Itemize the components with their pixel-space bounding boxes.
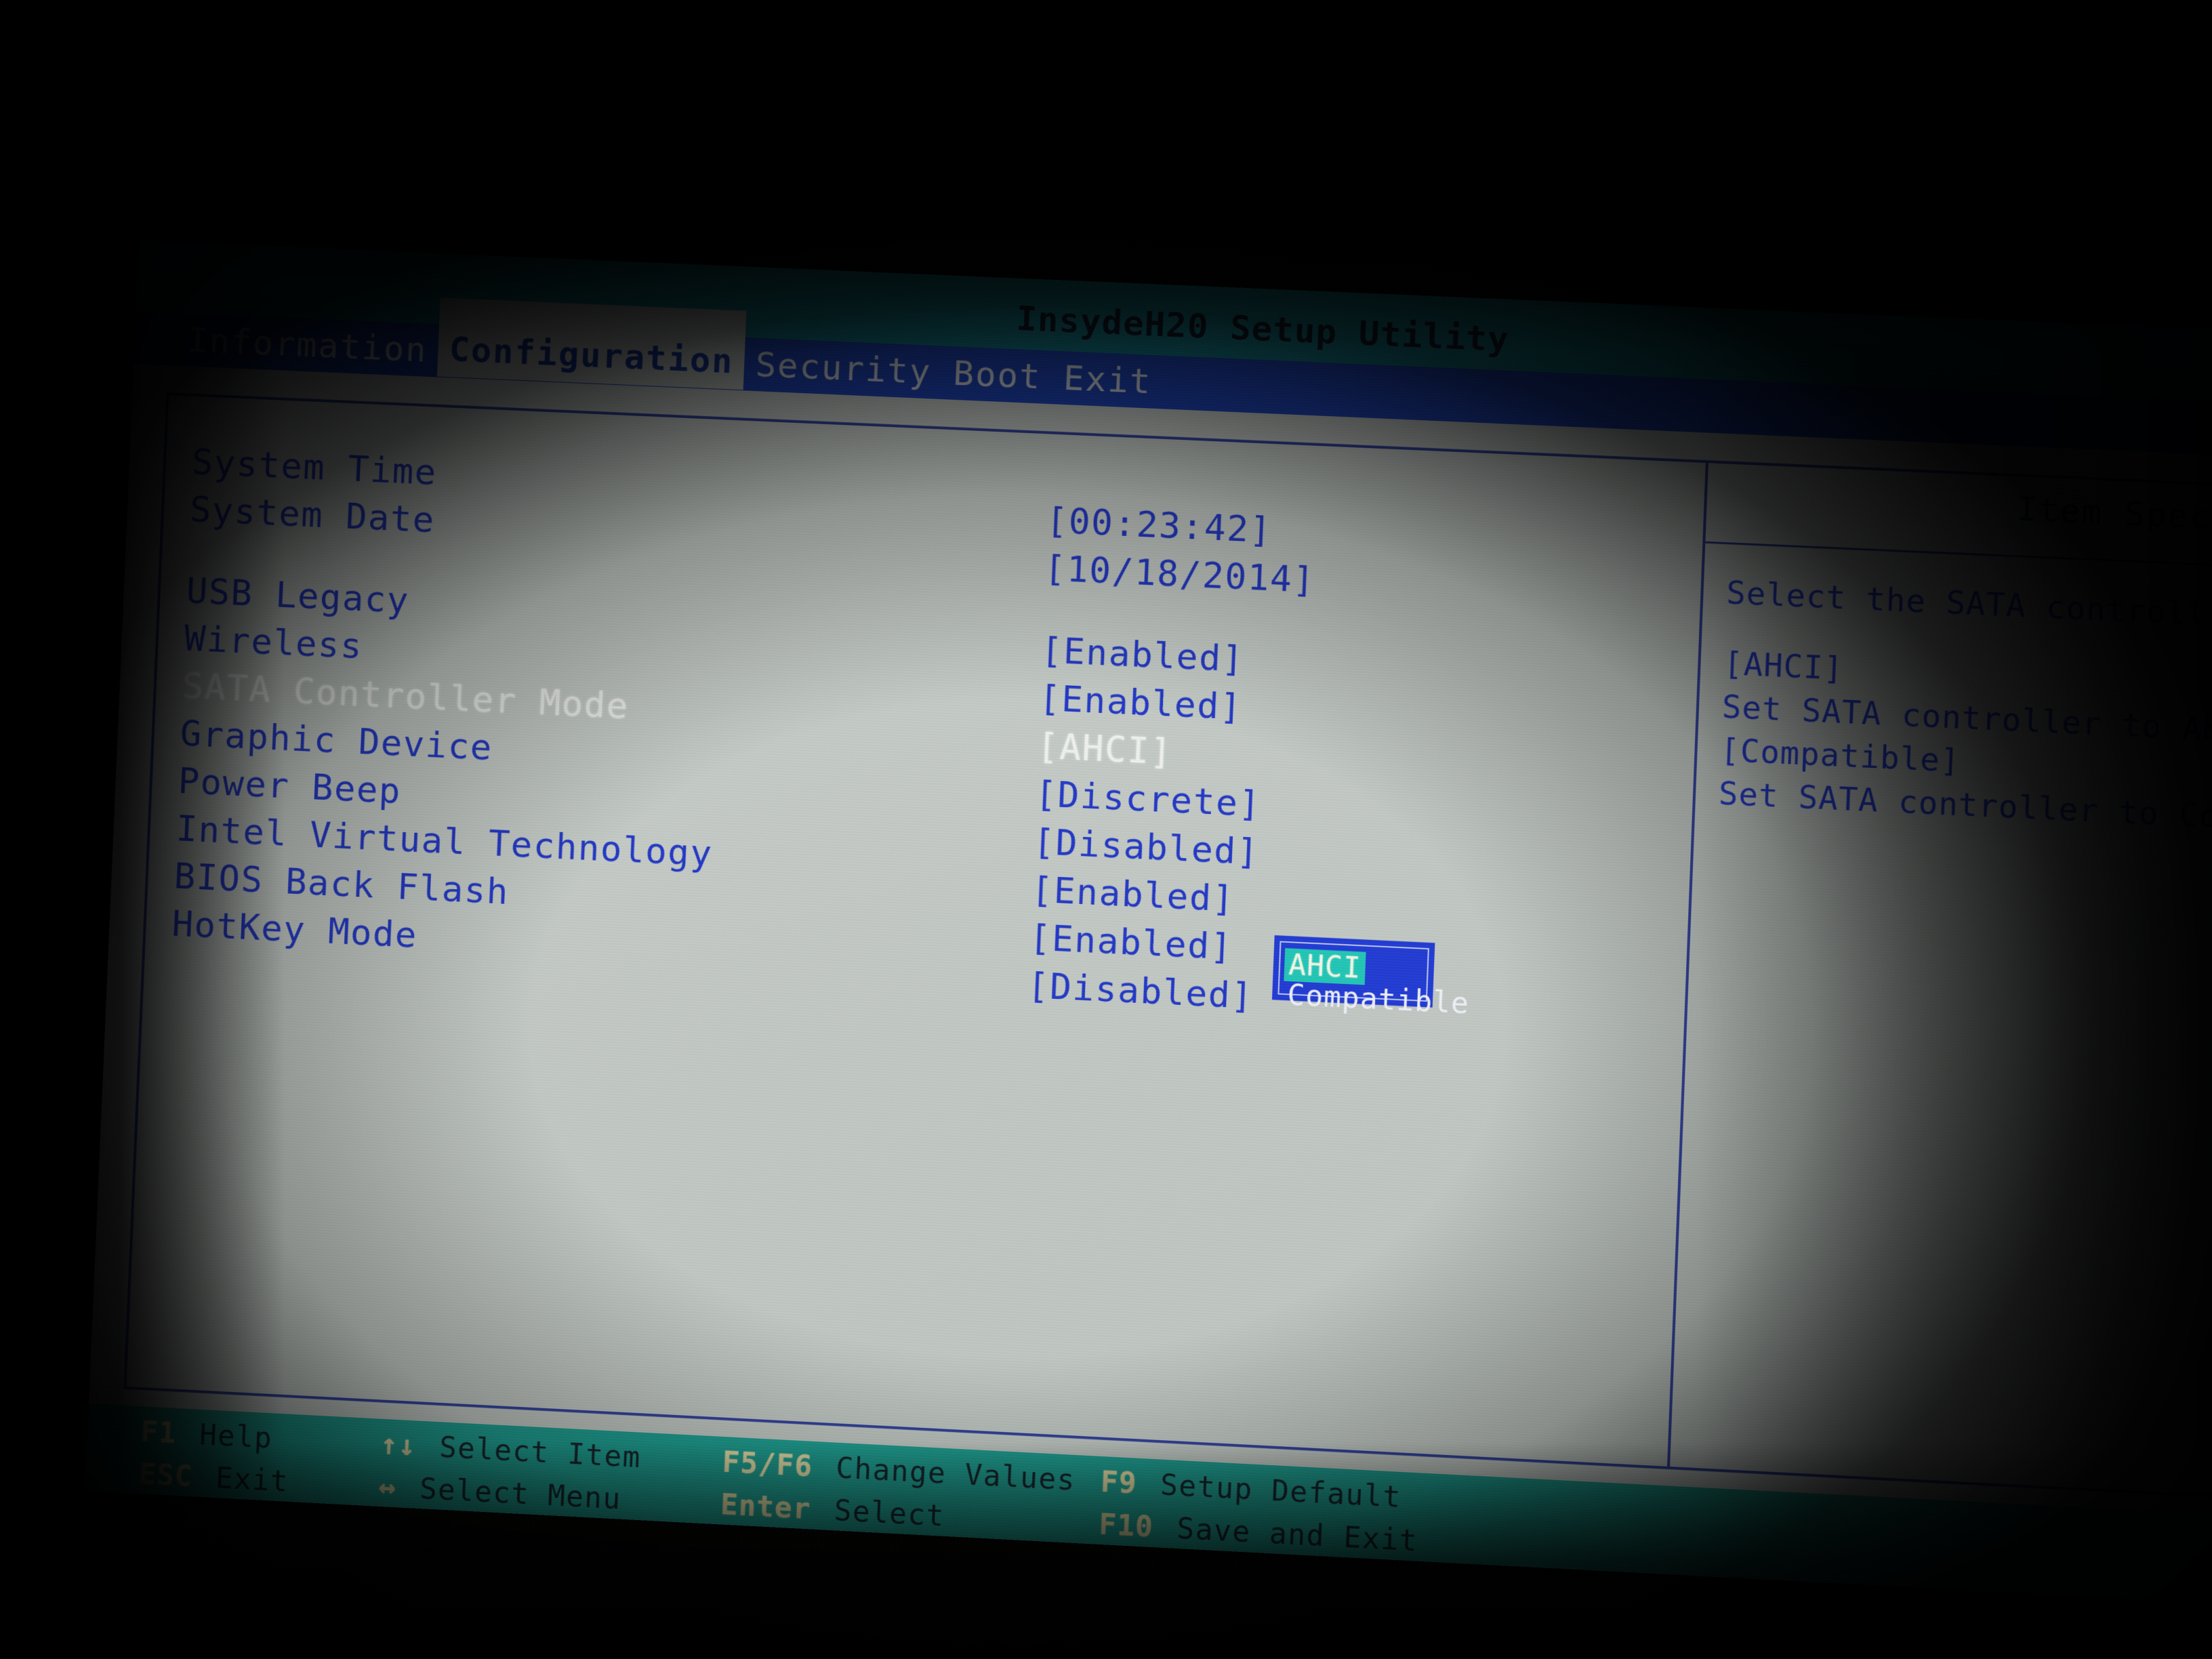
key-f10-desc: Save and Exit [1176, 1511, 1419, 1558]
key-enter-label: Enter [720, 1487, 812, 1525]
bios-screen: InsydeH20 Setup Utility Information Conf… [85, 241, 2212, 1605]
key-updown-desc: Select Item [438, 1429, 642, 1474]
tab-configuration[interactable]: Configuration [436, 298, 747, 390]
settings-label-column: System Time System Date USB Legacy Wirel… [171, 438, 729, 974]
key-enter-desc: Select [833, 1493, 945, 1533]
key-leftright-desc: Select Menu [419, 1471, 622, 1516]
laptop-screen: InsydeH20 Setup Utility Information Conf… [85, 241, 2212, 1605]
key-f9-label: F9 [1100, 1464, 1138, 1500]
key-f1-label: F1 [140, 1414, 178, 1450]
leftright-arrow-icon: ↔ [377, 1469, 398, 1504]
tab-boot[interactable]: Boot [941, 346, 1054, 405]
room-edge-highlight [607, 0, 1223, 148]
photo-backdrop: InsydeH20 Setup Utility Information Conf… [0, 0, 2212, 1659]
updown-arrow-icon: ↑↓ [380, 1427, 417, 1462]
key-f1-desc: Help [199, 1417, 274, 1455]
key-f10-label: F10 [1098, 1507, 1154, 1544]
key-esc[interactable]: ESC Exit [138, 1452, 290, 1503]
tab-exit[interactable]: Exit [1051, 351, 1164, 409]
key-esc-desc: Exit [215, 1460, 289, 1498]
help-pane-body: Select the SATA controller mode. [AHCI] … [1718, 571, 2212, 849]
sata-mode-dropdown[interactable]: AHCI Compatible [1271, 935, 1470, 1020]
key-f5-f6-label: F5/F6 [721, 1444, 814, 1483]
key-esc-label: ESC [138, 1456, 194, 1493]
room-warm-glow [1152, 0, 1626, 203]
tab-security[interactable]: Security [743, 337, 943, 399]
